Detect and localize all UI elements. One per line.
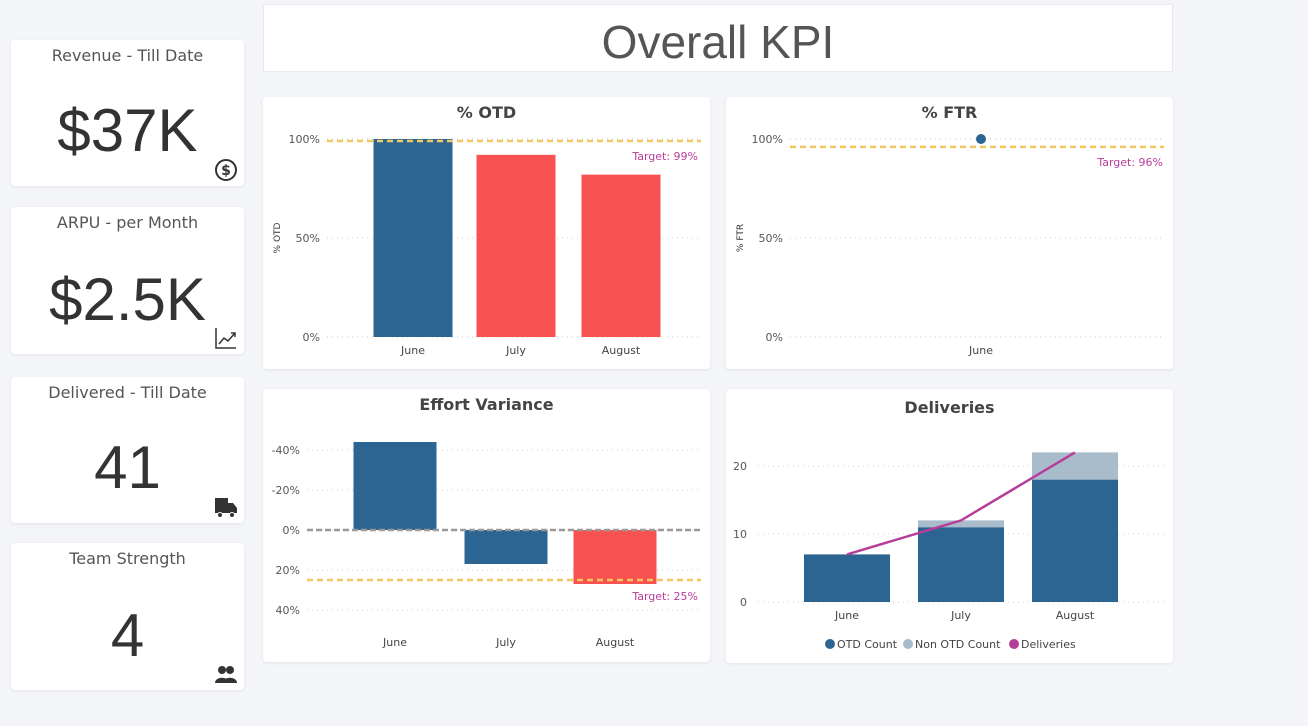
bar [373,139,453,337]
legend-label: OTD Count [837,638,898,651]
legend-marker [1009,639,1019,649]
bar [476,154,556,337]
y-tick-label: 50% [296,232,320,245]
delivery-truck-icon [215,498,237,518]
deliveries-chart-card: Deliveries 0 10 20 June July August OTD Count N… [726,389,1173,663]
page-title: Overall KPI [601,16,835,68]
kpi-value: 4 [110,602,145,669]
y-axis-label: % OTD [273,222,283,253]
y-axis-label: % FTR [736,224,746,252]
y-tick-label: -40% [272,444,300,457]
target-label: Target: 25% [631,590,698,603]
kpi-value: 41 [94,434,161,501]
bar-otd-count [918,527,1004,602]
y-tick-label: 100% [289,133,320,146]
y-tick-label: 10 [733,528,747,541]
kpi-card-revenue: Revenue - Till Date $37K $ [11,40,244,186]
x-tick-label: August [1056,609,1095,622]
effort-variance-chart: -40% -20% 0% 20% 40% June July August Target: 25… [272,442,701,649]
x-tick-label: July [495,636,516,649]
page-header: Overall KPI [263,4,1173,72]
y-tick-label: 40% [276,604,300,617]
ftr-chart: 0% 50% 100% % FTR Target: 96% June [736,133,1164,357]
bar-non-otd-count [1032,452,1118,480]
x-tick-label: June [834,609,859,622]
bar [353,442,437,530]
x-tick-label: August [596,636,635,649]
bar-otd-count [804,554,890,602]
y-tick-label: 0% [283,524,300,537]
bar [573,530,657,584]
deliveries-chart: 0 10 20 June July August OTD Count Non OTD Coun… [733,451,1164,651]
y-tick-label: 20% [276,564,300,577]
bar [581,174,661,337]
x-tick-label: June [400,344,425,357]
kpi-title: Revenue - Till Date [51,46,204,65]
y-tick-label: 100% [752,133,783,146]
y-tick-label: 0 [740,596,747,609]
data-point [976,134,986,144]
legend-label: Deliveries [1021,638,1076,651]
target-label: Target: 99% [631,150,698,163]
otd-chart-card: % OTD 0% 50% 100% % OTD June July August Target… [263,97,710,369]
bar [464,530,548,564]
legend-label: Non OTD Count [915,638,1001,651]
kpi-value: $37K [57,97,198,164]
kpi-value: $2.5K [49,266,206,333]
target-label: Target: 96% [1096,156,1163,169]
y-tick-label: -20% [272,484,300,497]
kpi-title: Delivered - Till Date [48,383,207,402]
y-tick-label: 50% [759,232,783,245]
y-tick-label: 0% [303,331,320,344]
x-tick-label: June [382,636,407,649]
dollar-icon: $ [215,159,237,181]
x-tick-label: June [968,344,993,357]
team-icon [215,666,237,683]
effort-variance-chart-card: Effort Variance -40% -20% 0% 20% 40% June July… [263,389,710,662]
y-tick-label: 20 [733,460,747,473]
ftr-chart-card: % FTR 0% 50% 100% % FTR Target: 96% June [726,97,1173,369]
trend-chart-icon [215,328,236,349]
x-tick-label: July [950,609,971,622]
otd-chart: 0% 50% 100% % OTD June July August Target: 99% [273,133,701,357]
kpi-title: Team Strength [69,549,186,568]
legend-marker [903,639,913,649]
bar-otd-count [1032,479,1118,602]
kpi-card-delivered: Delivered - Till Date 41 [11,377,244,523]
x-tick-label: July [505,344,526,357]
kpi-card-team: Team Strength 4 [11,543,244,690]
kpi-title: ARPU - per Month [56,213,199,232]
kpi-card-arpu: ARPU - per Month $2.5K [11,207,244,354]
svg-text:$: $ [221,163,231,179]
legend-marker [825,639,835,649]
x-tick-label: August [602,344,641,357]
y-tick-label: 0% [766,331,783,344]
